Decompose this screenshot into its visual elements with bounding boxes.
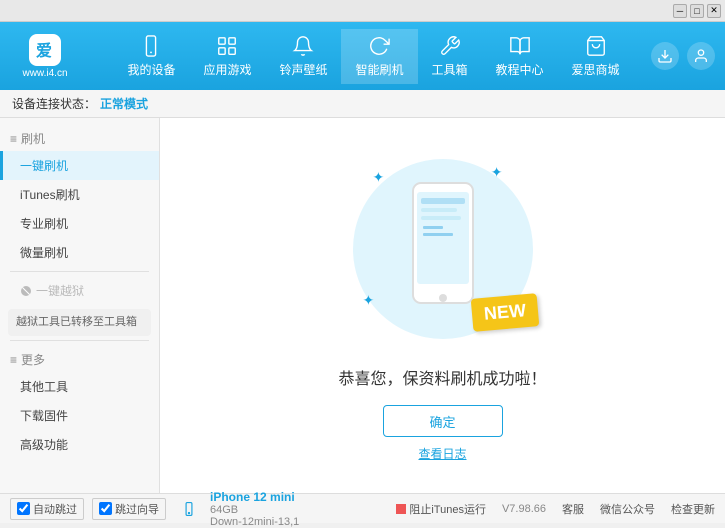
more-section-label: 更多 bbox=[21, 351, 45, 368]
sidebar-item-one-click-flash[interactable]: 一键刷机 bbox=[0, 151, 159, 180]
nav-label-my-device: 我的设备 bbox=[127, 61, 175, 78]
auto-mode-checkbox[interactable] bbox=[17, 502, 30, 515]
nav-item-smart-flash[interactable]: 智能刷机 bbox=[341, 29, 417, 84]
minimize-button[interactable]: ─ bbox=[673, 4, 687, 18]
sparkle-1: ✦ bbox=[373, 169, 385, 186]
device-storage: 64GB bbox=[210, 504, 299, 516]
sparkle-2: ✦ bbox=[491, 164, 503, 181]
bottom-bar: 自动跳过 跳过向导 iPhone 12 mini 64GB Down-12min… bbox=[0, 493, 725, 523]
sidebar-item-pro-flash[interactable]: 专业刷机 bbox=[0, 209, 159, 238]
nav-item-tutorials[interactable]: 教程中心 bbox=[482, 29, 558, 84]
nav-label-mall: 爱思商城 bbox=[572, 61, 620, 78]
more-section-icon: ≡ bbox=[10, 353, 17, 367]
skip-wizard-checkbox[interactable] bbox=[99, 502, 112, 515]
main-content: ✦ ✦ ✦ bbox=[160, 118, 725, 493]
header: 爱 www.i4.cn 我的设备 应用游戏 铃声壁纸 智能刷机 工具箱 bbox=[0, 22, 725, 90]
window-controls[interactable]: ─ □ ✕ bbox=[673, 4, 721, 18]
sidebar-item-itunes-flash[interactable]: iTunes刷机 bbox=[0, 180, 159, 209]
main-layout: ≡ 刷机 一键刷机 iTunes刷机 专业刷机 微量刷机 一键越狱 越狱工具已转… bbox=[0, 118, 725, 493]
sidebar-divider-2 bbox=[10, 340, 149, 341]
header-right bbox=[651, 42, 715, 70]
sidebar-jailbreak-notice: 越狱工具已转移至工具箱 bbox=[8, 309, 151, 336]
nav-label-app-games: 应用游戏 bbox=[203, 61, 251, 78]
nav-item-my-device[interactable]: 我的设备 bbox=[113, 29, 189, 84]
nav-label-smart-flash: 智能刷机 bbox=[355, 61, 403, 78]
phone-illustration bbox=[403, 178, 483, 321]
stop-itunes-button[interactable]: 阻止iTunes运行 bbox=[396, 501, 486, 517]
sidebar-section-more: ≡ 更多 bbox=[0, 345, 159, 372]
nav-item-app-games[interactable]: 应用游戏 bbox=[189, 29, 265, 84]
download-button[interactable] bbox=[651, 42, 679, 70]
nav-label-ringtones: 铃声壁纸 bbox=[279, 61, 327, 78]
device-name: iPhone 12 mini bbox=[210, 490, 299, 504]
sidebar-item-micro-flash[interactable]: 微量刷机 bbox=[0, 238, 159, 267]
svg-text:爱: 爱 bbox=[36, 41, 52, 60]
skip-wizard-label: 跳过向导 bbox=[115, 501, 159, 517]
status-value: 正常模式 bbox=[100, 95, 148, 112]
nav-item-ringtones[interactable]: 铃声壁纸 bbox=[265, 29, 341, 84]
check-update-link[interactable]: 检查更新 bbox=[671, 501, 715, 517]
auto-mode-label: 自动跳过 bbox=[33, 501, 77, 517]
auto-mode-checkbox-container: 自动跳过 bbox=[10, 498, 84, 520]
skip-wizard-checkbox-container: 跳过向导 bbox=[92, 498, 166, 520]
title-bar: ─ □ ✕ bbox=[0, 0, 725, 22]
flash-section-icon: ≡ bbox=[10, 132, 17, 146]
status-bar: 设备连接状态： 正常模式 bbox=[0, 90, 725, 118]
logo-icon: 爱 bbox=[29, 34, 61, 66]
device-icon bbox=[182, 502, 196, 516]
sidebar-item-advanced[interactable]: 高级功能 bbox=[0, 430, 159, 459]
logo-url: www.i4.cn bbox=[22, 68, 67, 79]
nav-items: 我的设备 应用游戏 铃声壁纸 智能刷机 工具箱 教程中心 爱思商 bbox=[96, 29, 651, 84]
version-label: V7.98.66 bbox=[502, 503, 546, 515]
sparkle-3: ✦ bbox=[363, 292, 375, 309]
nav-label-tutorials: 教程中心 bbox=[496, 61, 544, 78]
new-badge: NEW bbox=[470, 293, 539, 332]
sidebar-item-other-tools[interactable]: 其他工具 bbox=[0, 372, 159, 401]
view-log-link[interactable]: 查看日志 bbox=[418, 445, 466, 462]
stop-icon bbox=[396, 504, 406, 514]
wechat-public-link[interactable]: 微信公众号 bbox=[600, 501, 655, 517]
flash-section-label: 刷机 bbox=[21, 130, 45, 147]
device-info: iPhone 12 mini 64GB Down-12mini-13,1 bbox=[210, 490, 299, 528]
sidebar-section-flash: ≡ 刷机 bbox=[0, 124, 159, 151]
success-text: 恭喜您，保资料刷机成功啦！ bbox=[338, 365, 546, 389]
status-label: 设备连接状态： bbox=[12, 95, 96, 112]
confirm-button[interactable]: 确定 bbox=[383, 405, 503, 437]
success-illustration: ✦ ✦ ✦ bbox=[343, 149, 543, 349]
sidebar-item-jailbreak-disabled: 一键越狱 bbox=[0, 276, 159, 305]
restore-button[interactable]: □ bbox=[690, 4, 704, 18]
device-model: Down-12mini-13,1 bbox=[210, 516, 299, 528]
logo[interactable]: 爱 www.i4.cn bbox=[10, 34, 80, 79]
bottom-right: 阻止iTunes运行 V7.98.66 客服 微信公众号 检查更新 bbox=[396, 501, 715, 517]
customer-service-link[interactable]: 客服 bbox=[562, 501, 584, 517]
nav-item-toolbox[interactable]: 工具箱 bbox=[418, 29, 482, 84]
sidebar-divider-1 bbox=[10, 271, 149, 272]
nav-item-mall[interactable]: 爱思商城 bbox=[558, 29, 634, 84]
sidebar-item-download-firmware[interactable]: 下载固件 bbox=[0, 401, 159, 430]
sidebar: ≡ 刷机 一键刷机 iTunes刷机 专业刷机 微量刷机 一键越狱 越狱工具已转… bbox=[0, 118, 160, 493]
nav-label-toolbox: 工具箱 bbox=[432, 61, 468, 78]
user-button[interactable] bbox=[687, 42, 715, 70]
close-button[interactable]: ✕ bbox=[707, 4, 721, 18]
